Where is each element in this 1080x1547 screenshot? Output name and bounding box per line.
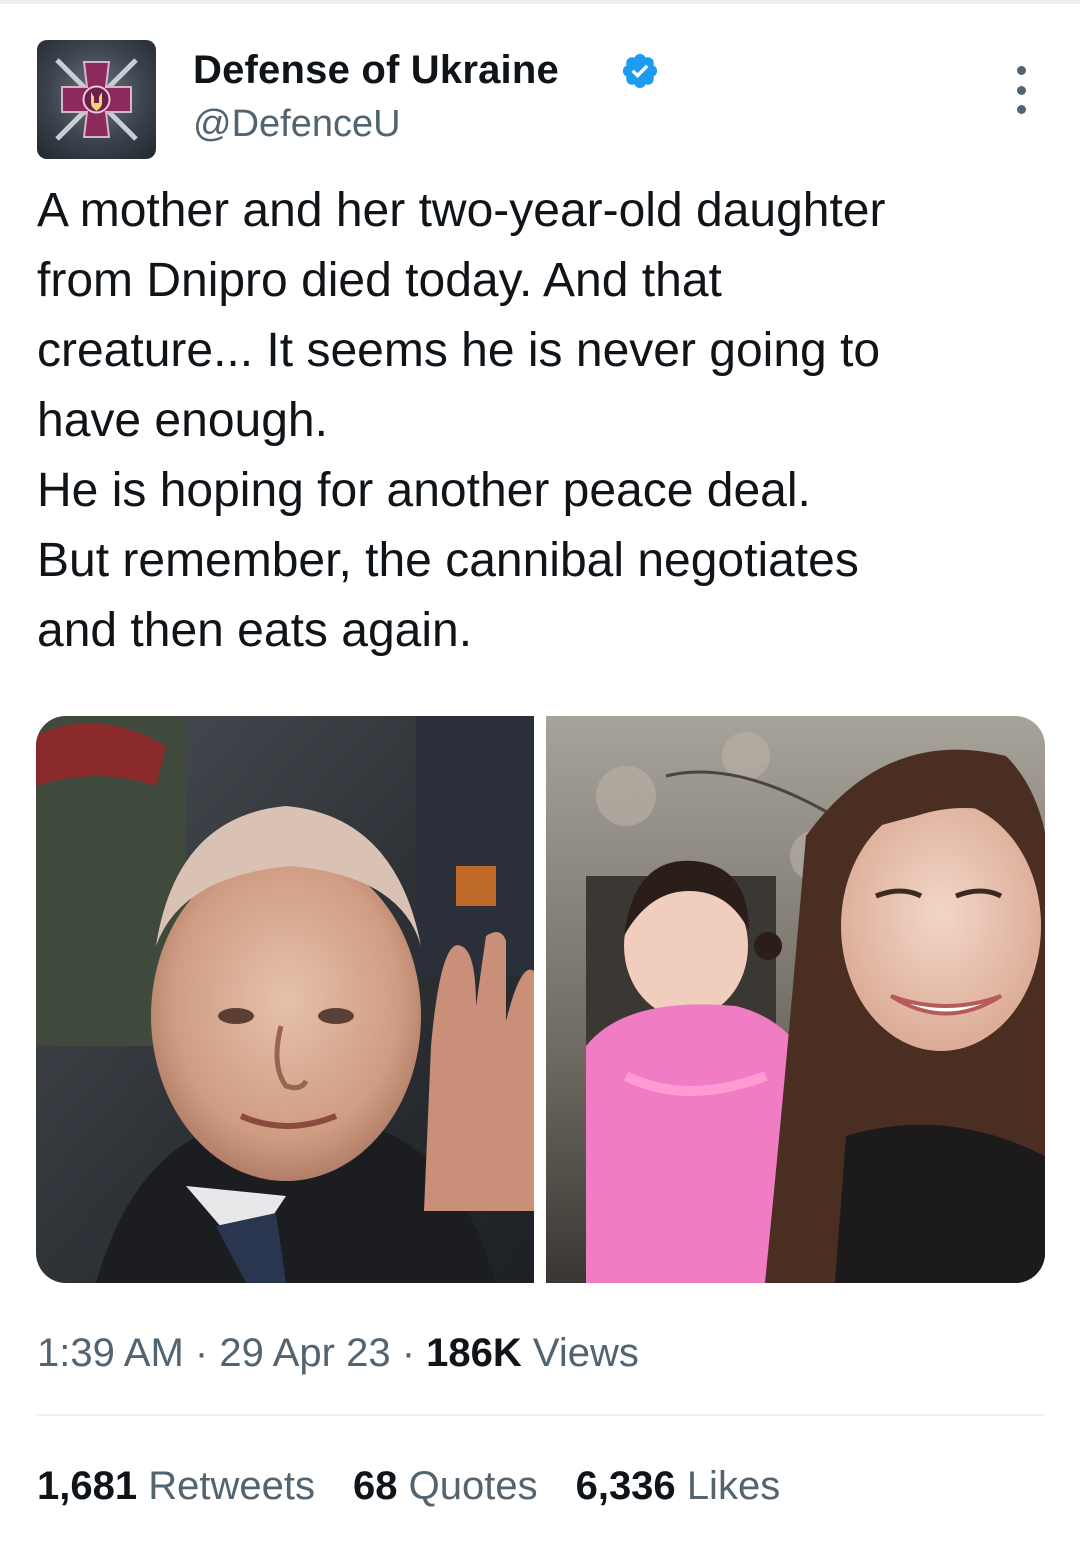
tweet-text-line: He is hoping for another peace deal. bbox=[37, 464, 811, 517]
tweet-date[interactable]: 29 Apr 23 bbox=[219, 1331, 390, 1375]
tweet-text-line: creature... It seems he is never going t… bbox=[37, 324, 881, 377]
photo-man-waving[interactable] bbox=[36, 716, 534, 1283]
more-options-icon[interactable] bbox=[1003, 66, 1039, 114]
likes-stat[interactable]: 6,336 Likes bbox=[576, 1458, 781, 1514]
tweet-text-line: A mother and her two-year-old daughter bbox=[37, 184, 886, 237]
tweet-text-line: and then eats again. bbox=[37, 604, 473, 657]
quotes-count: 68 bbox=[352, 1464, 398, 1508]
tweet-text-line: But remember, the cannibal negotiates bbox=[37, 534, 859, 587]
avatar[interactable] bbox=[37, 40, 156, 159]
likes-label: Likes bbox=[686, 1464, 781, 1508]
views-count: 186K bbox=[426, 1331, 522, 1375]
dot-icon bbox=[1016, 66, 1026, 75]
engagement-stats: 1,681 Retweets 68 Quotes 6,336 Likes bbox=[37, 1458, 780, 1514]
verified-badge-icon[interactable] bbox=[620, 51, 660, 91]
tweet-text-line: from Dnipro died today. And that bbox=[37, 254, 722, 307]
separator: · bbox=[401, 1331, 416, 1375]
separator: · bbox=[194, 1331, 209, 1375]
tweet-metadata: 1:39 AM · 29 Apr 23 · 186K Views bbox=[37, 1325, 639, 1381]
quotes-stat[interactable]: 68 Quotes bbox=[353, 1458, 538, 1514]
top-divider bbox=[0, 0, 1080, 4]
ukraine-defense-emblem-icon bbox=[55, 58, 138, 141]
author-display-name[interactable]: Defense of Ukraine bbox=[193, 44, 559, 96]
tweet-text: A mother and her two-year-old daughter f… bbox=[37, 176, 1047, 666]
tweet-text-line: have enough. bbox=[37, 394, 328, 447]
likes-count: 6,336 bbox=[575, 1464, 676, 1508]
views-label: Views bbox=[532, 1331, 639, 1375]
photo-mother-and-daughter[interactable] bbox=[546, 716, 1045, 1283]
stats-divider bbox=[37, 1414, 1045, 1416]
quotes-label: Quotes bbox=[408, 1464, 538, 1508]
author-handle[interactable]: @DefenceU bbox=[193, 99, 401, 149]
retweets-label: Retweets bbox=[148, 1464, 315, 1508]
tweet-time[interactable]: 1:39 AM bbox=[37, 1331, 184, 1375]
dot-icon bbox=[1016, 105, 1026, 114]
tweet-media bbox=[36, 716, 1045, 1283]
retweets-count: 1,681 bbox=[37, 1464, 138, 1508]
retweets-stat[interactable]: 1,681 Retweets bbox=[37, 1458, 315, 1514]
dot-icon bbox=[1016, 85, 1026, 95]
